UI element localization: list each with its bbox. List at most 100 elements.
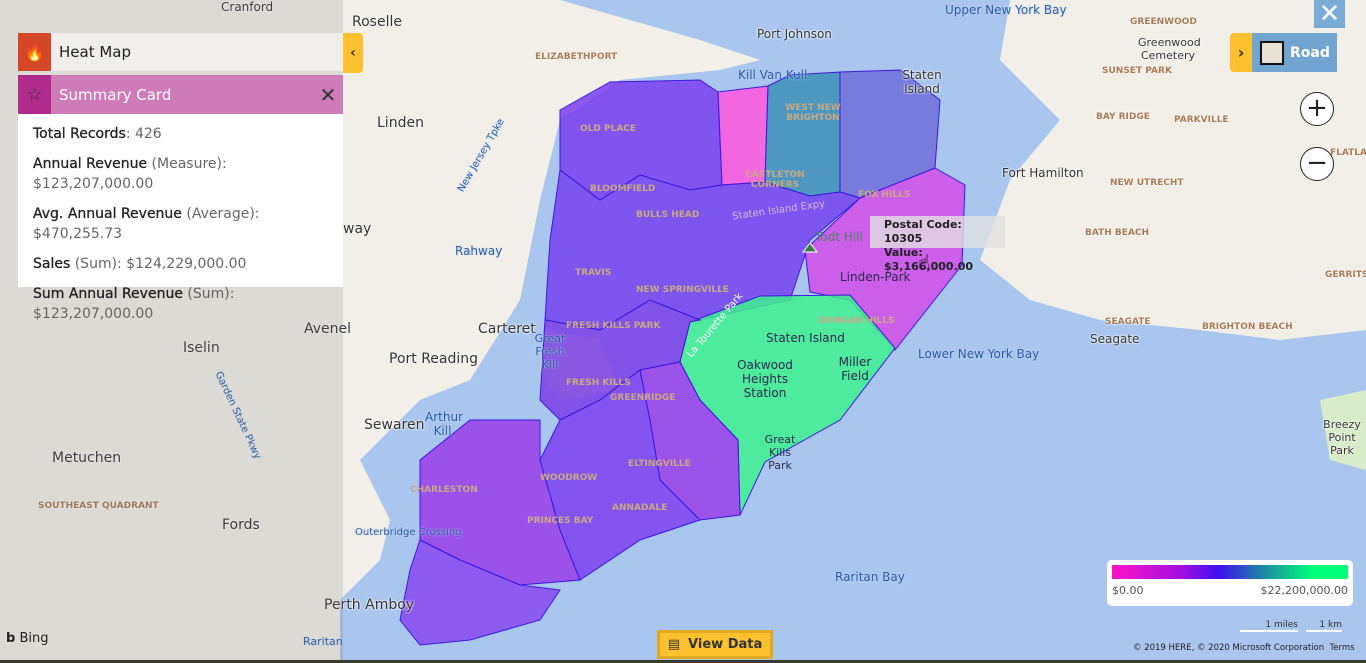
hand-cursor-icon: ☝ (918, 250, 931, 274)
map-label: Upper New York Bay (945, 3, 1067, 17)
map-label: Seagate (1090, 332, 1140, 346)
map-style-label: Road (1290, 44, 1330, 61)
scale-miles: 1 miles (1240, 620, 1298, 632)
minus-icon: − (1306, 148, 1328, 178)
map-label: Great Kills Park (764, 433, 796, 472)
map-label: Miller Field (838, 355, 872, 383)
map-label: Lower New York Bay (918, 347, 1040, 361)
summary-row: Sales (Sum): $124,229,000.00 (33, 256, 247, 272)
map-label: West New Brighton (785, 103, 841, 123)
zoom-in-button[interactable]: + (1300, 92, 1334, 126)
row-label: Annual Revenue (33, 156, 148, 172)
row-qualifier: (Average) (186, 206, 255, 222)
row-label: Total Records (33, 126, 126, 142)
map-label: Flatlands (1330, 148, 1366, 158)
legend-gradient (1112, 565, 1348, 579)
heat-map-panel[interactable]: 🔥 Heat Map (18, 33, 343, 71)
map-label: Seagate (1105, 317, 1151, 327)
tooltip-value: Value: $3,166,000.00 (884, 246, 974, 273)
tooltip-postal-code: Postal Code: 10305 (884, 218, 962, 245)
row-value: $470,255.73 (33, 226, 123, 242)
map-label: New Utrecht (1110, 178, 1184, 188)
map-label: Staten Island (766, 331, 845, 345)
summary-row: Avg. Annual Revenue (Average): $470,255.… (33, 206, 260, 242)
view-data-button[interactable]: ▤ View Data (657, 630, 773, 659)
map-label: Greenwood Cemetery (1138, 36, 1201, 62)
map-label: Annadale (612, 503, 668, 513)
map-label: Charleston (410, 485, 478, 495)
bing-logo-text: Bing (19, 631, 49, 646)
map-label: Port Johnson (757, 27, 832, 41)
row-label: Sum Annual Revenue (33, 286, 183, 302)
star-icon: ☆ (18, 75, 51, 114)
map-label: Raritan Bay (835, 570, 905, 584)
copyright: © 2019 HERE, © 2020 Microsoft Corporatio… (1133, 643, 1355, 653)
fire-icon: 🔥 (18, 33, 51, 71)
row-label: Sales (33, 256, 71, 272)
row-qualifier: (Sum) (74, 256, 118, 272)
row-qualifier: (Measure) (151, 156, 222, 172)
summary-row: Annual Revenue (Measure): $123,207,000.0… (33, 156, 227, 192)
summary-row: Sum Annual Revenue (Sum): $123,207,000.00 (33, 286, 235, 322)
collapse-panel-button[interactable]: ‹ (343, 33, 363, 73)
map-label: Greenridge (610, 393, 676, 403)
chevron-right-icon[interactable]: › (1230, 33, 1252, 72)
map-label: Great Fresh Kill (534, 332, 566, 371)
row-qualifier: (Sum) (187, 286, 230, 302)
map-label: Port Reading (389, 351, 479, 367)
view-data-label: View Data (688, 637, 763, 652)
map-label: Eltingville (628, 459, 691, 469)
summary-row: Total Records: 426 (33, 126, 162, 142)
map-label: Dongan Hills (818, 316, 895, 326)
map-label: Arthur Kill (425, 410, 463, 438)
map-label: Elizabethport (535, 52, 618, 62)
map-label: Oakwood Heights Station (737, 358, 793, 400)
summary-card-title: Summary Card (59, 85, 172, 104)
chevron-left-icon: ‹ (350, 45, 356, 61)
map-label: Fox Hills (858, 190, 911, 200)
map-label: Rahway (455, 244, 503, 258)
map-label: Todt Hill (815, 230, 863, 244)
map-label: Princes Bay (527, 516, 594, 526)
zoom-out-button[interactable]: − (1300, 147, 1334, 181)
map-label: Bloomfield (590, 184, 656, 194)
map-label: Bath Beach (1085, 228, 1150, 238)
map-label: Old Place (580, 124, 637, 134)
map-label: Fresh Kills Park (566, 321, 661, 331)
map-label: Brighton Beach (1202, 322, 1293, 332)
map-label: Fort Hamilton (1002, 166, 1084, 180)
map-label: way (343, 221, 372, 237)
map-label: Sewaren (364, 417, 425, 433)
row-value: 426 (134, 126, 162, 142)
map-label: Roselle (352, 14, 402, 30)
map-label: Kill Van Kull (738, 68, 808, 82)
map-style-selector[interactable]: › Road (1230, 33, 1337, 72)
map-label: Linden (377, 115, 424, 131)
row-label: Avg. Annual Revenue (33, 206, 182, 222)
road-style-button[interactable]: Road (1252, 33, 1337, 72)
table-icon: ▤ (667, 637, 681, 652)
map-label: Gerritse (1325, 270, 1366, 280)
legend-min: $0.00 (1112, 584, 1144, 597)
close-map-button[interactable]: ✕ (1314, 0, 1345, 29)
map-label: Carteret (478, 321, 536, 337)
map-label: Outerbridge Crossing (355, 527, 462, 538)
summary-card-header: ☆ Summary Card ✕ (18, 75, 343, 114)
terms-link[interactable]: Terms (1330, 643, 1355, 653)
map-label: Woodrow (540, 473, 598, 483)
copyright-text: © 2019 HERE, © 2020 Microsoft Corporatio… (1133, 643, 1325, 653)
map-label: Breezy Point Park (1323, 418, 1361, 457)
scale-km: 1 km (1306, 620, 1342, 632)
close-summary-button[interactable]: ✕ (313, 83, 343, 107)
bing-logo: b Bing (6, 631, 49, 646)
row-value: $123,207,000.00 (33, 176, 154, 192)
map-label: New Springville (636, 285, 729, 295)
summary-card-body: Total Records: 426 Annual Revenue (Measu… (18, 114, 343, 322)
road-map-icon (1260, 40, 1284, 65)
map-label: Greenwood (1130, 17, 1197, 27)
map-label: Castleton Corners (745, 170, 805, 190)
row-value: $123,207,000.00 (33, 306, 154, 322)
close-icon: ✕ (1318, 0, 1341, 29)
row-value: $124,229,000.00 (126, 256, 247, 272)
region-tooltip: Postal Code: 10305 Value: $3,166,000.00 (870, 216, 1005, 273)
